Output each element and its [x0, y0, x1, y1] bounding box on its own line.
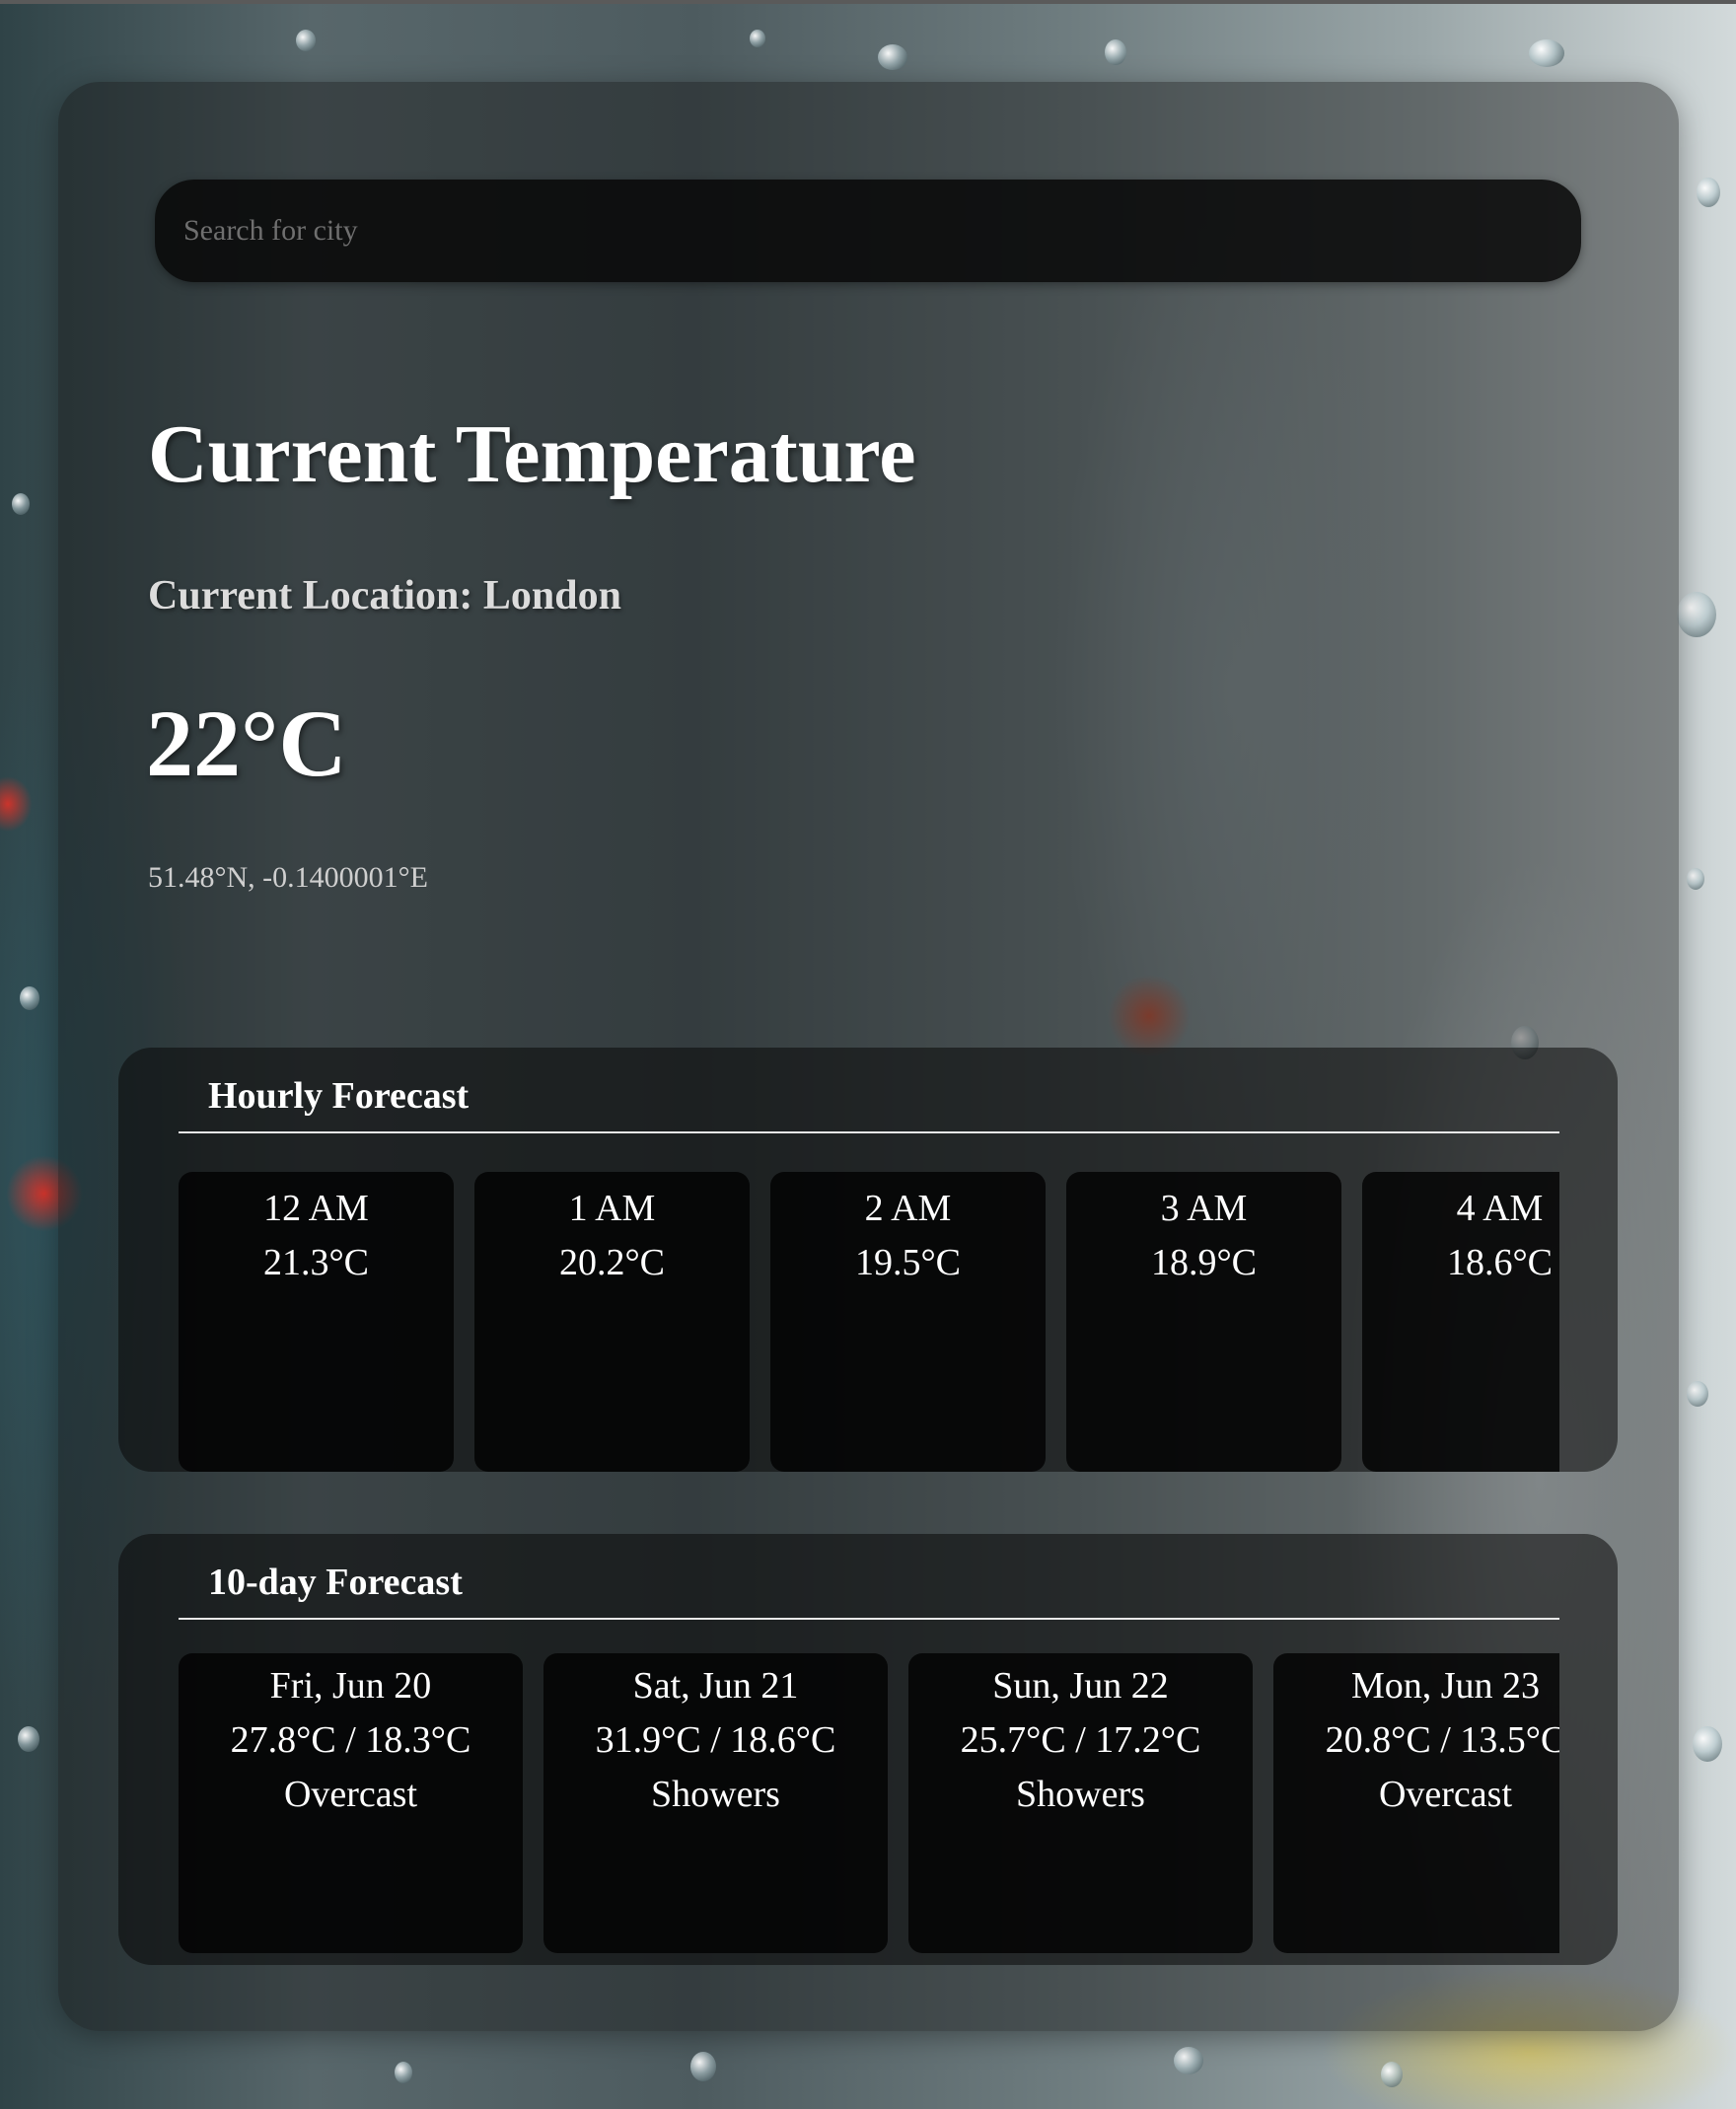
- ten-day-forecast-list[interactable]: Fri, Jun 20 27.8°C / 18.3°C Overcast Sat…: [179, 1653, 1559, 1953]
- hourly-item: 3 AM 18.9°C: [1066, 1172, 1341, 1472]
- hourly-temp: 19.5°C: [854, 1242, 962, 1283]
- daily-date: Sun, Jun 22: [992, 1665, 1169, 1707]
- hourly-temp: 18.6°C: [1446, 1242, 1554, 1283]
- hourly-item: 2 AM 19.5°C: [770, 1172, 1046, 1472]
- ten-day-forecast-panel: 10-day Forecast Fri, Jun 20 27.8°C / 18.…: [118, 1534, 1618, 1965]
- hourly-forecast-panel: Hourly Forecast 12 AM 21.3°C 1 AM 20.2°C…: [118, 1048, 1618, 1472]
- daily-range: 25.7°C / 17.2°C: [960, 1719, 1201, 1761]
- hourly-temp: 18.9°C: [1150, 1242, 1258, 1283]
- page-title: Current Temperature: [148, 408, 916, 500]
- hourly-forecast-list[interactable]: 12 AM 21.3°C 1 AM 20.2°C 2 AM 19.5°C 3 A…: [179, 1172, 1559, 1472]
- daily-item: Sat, Jun 21 31.9°C / 18.6°C Showers: [543, 1653, 888, 1953]
- daily-item: Sun, Jun 22 25.7°C / 17.2°C Showers: [908, 1653, 1253, 1953]
- hourly-item: 4 AM 18.6°C: [1362, 1172, 1559, 1472]
- hourly-time: 3 AM: [1160, 1188, 1248, 1229]
- daily-range: 27.8°C / 18.3°C: [230, 1719, 471, 1761]
- daily-condition: Overcast: [1378, 1774, 1513, 1815]
- hourly-item: 12 AM 21.3°C: [179, 1172, 454, 1472]
- ten-day-forecast-title: 10-day Forecast: [208, 1562, 463, 1603]
- hourly-time: 4 AM: [1456, 1188, 1544, 1229]
- ten-day-divider: [179, 1618, 1559, 1620]
- daily-range: 20.8°C / 13.5°C: [1325, 1719, 1559, 1761]
- daily-range: 31.9°C / 18.6°C: [595, 1719, 836, 1761]
- current-location: Current Location: London: [148, 573, 621, 618]
- daily-item: Fri, Jun 20 27.8°C / 18.3°C Overcast: [179, 1653, 523, 1953]
- hourly-item: 1 AM 20.2°C: [474, 1172, 750, 1472]
- coordinates: 51.48°N, -0.1400001°E: [148, 861, 428, 894]
- current-temperature: 22°C: [146, 691, 347, 796]
- hourly-time: 1 AM: [568, 1188, 656, 1229]
- daily-condition: Showers: [651, 1774, 780, 1815]
- hourly-divider: [179, 1131, 1559, 1133]
- hourly-forecast-title: Hourly Forecast: [208, 1075, 470, 1117]
- daily-date: Mon, Jun 23: [1350, 1665, 1541, 1707]
- daily-condition: Showers: [1016, 1774, 1145, 1815]
- daily-date: Sat, Jun 21: [632, 1665, 799, 1707]
- top-edge: [0, 0, 1736, 4]
- hourly-time: 12 AM: [263, 1188, 369, 1229]
- daily-item: Mon, Jun 23 20.8°C / 13.5°C Overcast: [1273, 1653, 1559, 1953]
- daily-condition: Overcast: [283, 1774, 418, 1815]
- hourly-time: 2 AM: [864, 1188, 952, 1229]
- daily-date: Fri, Jun 20: [269, 1665, 432, 1707]
- hourly-temp: 20.2°C: [558, 1242, 666, 1283]
- search-bar[interactable]: [155, 180, 1581, 282]
- hourly-temp: 21.3°C: [262, 1242, 370, 1283]
- search-input[interactable]: [181, 213, 1547, 249]
